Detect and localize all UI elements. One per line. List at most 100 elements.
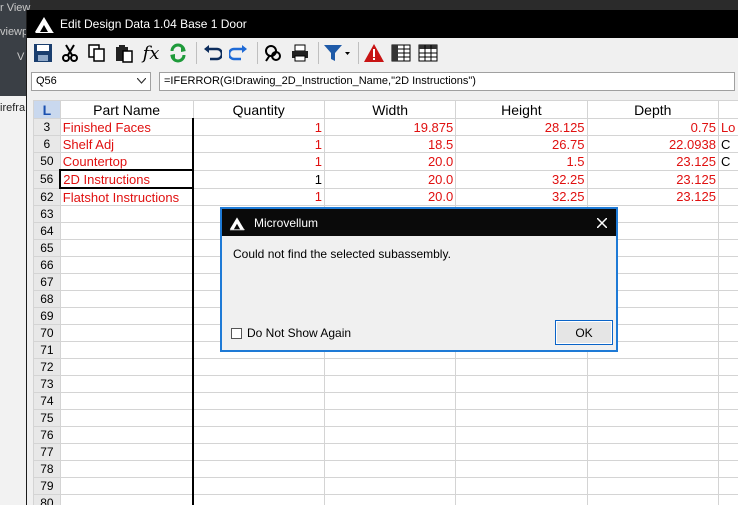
grid-cell[interactable] xyxy=(59,205,195,223)
grid-cell[interactable] xyxy=(59,477,195,495)
save-icon[interactable] xyxy=(31,41,55,65)
row-header[interactable]: 69 xyxy=(33,307,61,325)
grid-cell[interactable] xyxy=(59,341,195,359)
grid-cell[interactable] xyxy=(192,358,325,376)
grid-cell[interactable] xyxy=(717,256,738,274)
column-header-part-name[interactable]: Part Name xyxy=(59,100,194,119)
grid-cell[interactable] xyxy=(59,443,195,461)
row-header[interactable]: 75 xyxy=(33,409,61,427)
copy-icon[interactable] xyxy=(85,41,109,65)
cell-part-name[interactable]: Countertop xyxy=(59,152,195,171)
column-header-quantity[interactable]: Quantity xyxy=(192,100,325,119)
table-row[interactable]: 79 xyxy=(33,477,738,495)
table-row[interactable]: 50 Countertop 1 20.0 1.5 23.125 C xyxy=(33,152,738,171)
grid-cell[interactable] xyxy=(586,358,719,376)
cell-height[interactable]: 26.75 xyxy=(455,135,588,153)
print-icon[interactable] xyxy=(288,41,312,65)
column-header-depth[interactable]: Depth xyxy=(586,100,719,119)
cell-width[interactable]: 20.0 xyxy=(323,169,457,189)
grid-cell[interactable] xyxy=(323,375,457,393)
grid-cell[interactable] xyxy=(717,443,738,461)
row-header[interactable]: 68 xyxy=(33,290,61,308)
cell-extra[interactable] xyxy=(717,169,738,189)
grid-cell[interactable] xyxy=(192,494,325,505)
table-row[interactable]: 3 Finished Faces 1 19.875 28.125 0.75 Lo xyxy=(33,118,738,136)
table-row[interactable]: 80 xyxy=(33,494,738,505)
cell-part-name[interactable]: Flatshot Instructions xyxy=(59,187,195,206)
grid-cell[interactable] xyxy=(323,392,457,410)
refresh-icon[interactable] xyxy=(166,41,190,65)
grid-cell[interactable] xyxy=(192,409,325,427)
grid-cell[interactable] xyxy=(323,460,457,478)
row-header[interactable]: 3 xyxy=(33,118,61,136)
checkbox-box[interactable] xyxy=(231,327,242,339)
ok-button[interactable]: OK xyxy=(555,320,613,345)
row-header[interactable]: 72 xyxy=(33,358,61,376)
columns-icon[interactable] xyxy=(389,41,413,65)
grid-cell[interactable] xyxy=(59,239,195,257)
grid-cell[interactable] xyxy=(323,358,457,376)
cell-part-name[interactable]: Finished Faces xyxy=(59,118,195,136)
row-header[interactable]: 66 xyxy=(33,256,61,274)
table-row[interactable]: 6 Shelf Adj 1 18.5 26.75 22.0938 C xyxy=(33,135,738,153)
grid-cell[interactable] xyxy=(59,273,195,291)
grid-cell[interactable] xyxy=(717,392,738,410)
grid-cell[interactable] xyxy=(717,205,738,223)
grid-cell[interactable] xyxy=(717,494,738,505)
grid-cell[interactable] xyxy=(586,494,719,505)
grid-cell[interactable] xyxy=(455,426,588,444)
grid-cell[interactable] xyxy=(717,307,738,325)
cell-extra[interactable]: Lo xyxy=(717,118,738,136)
grid-cell[interactable] xyxy=(717,460,738,478)
grid-cell[interactable] xyxy=(455,494,588,505)
grid-cell[interactable] xyxy=(717,409,738,427)
cell-quantity[interactable]: 1 xyxy=(192,152,325,171)
grid-cell[interactable] xyxy=(59,256,195,274)
cell-height[interactable]: 1.5 xyxy=(455,152,588,171)
grid-cell[interactable] xyxy=(59,409,195,427)
grid-cell[interactable] xyxy=(717,477,738,495)
table-row[interactable]: 78 xyxy=(33,460,738,478)
grid-cell[interactable] xyxy=(59,494,195,505)
cell-height[interactable]: 28.125 xyxy=(455,118,588,136)
cell-reference-dropdown[interactable]: Q56 xyxy=(31,71,151,91)
cell-part-name[interactable]: Shelf Adj xyxy=(59,135,195,153)
function-icon[interactable]: fx xyxy=(139,41,163,65)
filter-icon[interactable] xyxy=(322,41,352,65)
grid-cell[interactable] xyxy=(455,375,588,393)
grid-cell[interactable] xyxy=(192,375,325,393)
row-header[interactable]: 74 xyxy=(33,392,61,410)
grid-cell[interactable] xyxy=(717,358,738,376)
cell-quantity[interactable]: 1 xyxy=(192,118,325,136)
grid-cell[interactable] xyxy=(717,290,738,308)
cell-width[interactable]: 19.875 xyxy=(323,118,457,136)
grid-cell[interactable] xyxy=(59,358,195,376)
warning-icon[interactable] xyxy=(362,41,386,65)
grid-cell[interactable] xyxy=(586,426,719,444)
grid-cell[interactable] xyxy=(59,307,195,325)
row-header[interactable]: 65 xyxy=(33,239,61,257)
grid-cell[interactable] xyxy=(455,460,588,478)
grid-cell[interactable] xyxy=(323,409,457,427)
row-header[interactable]: 70 xyxy=(33,324,61,342)
grid-cell[interactable] xyxy=(717,239,738,257)
grid-cell[interactable] xyxy=(192,392,325,410)
row-header[interactable]: 76 xyxy=(33,426,61,444)
grid-cell[interactable] xyxy=(192,460,325,478)
cell-quantity[interactable]: 1 xyxy=(192,135,325,153)
cut-icon[interactable] xyxy=(58,41,82,65)
grid-cell[interactable] xyxy=(323,477,457,495)
row-header[interactable]: 67 xyxy=(33,273,61,291)
table-row[interactable]: 56 2D Instructions 1 20.0 32.25 23.125 xyxy=(33,169,738,189)
grid-cell[interactable] xyxy=(586,409,719,427)
grid-cell[interactable] xyxy=(59,460,195,478)
cell-depth[interactable]: 22.0938 xyxy=(586,135,719,153)
cell-depth[interactable]: 0.75 xyxy=(586,118,719,136)
row-header[interactable]: 80 xyxy=(33,494,61,505)
row-header[interactable]: 62 xyxy=(33,187,61,206)
grid-cell[interactable] xyxy=(59,222,195,240)
cell-height[interactable]: 32.25 xyxy=(455,169,588,189)
column-header-extra[interactable] xyxy=(717,100,738,119)
formula-input[interactable]: =IFERROR(G!Drawing_2D_Instruction_Name,"… xyxy=(159,71,735,91)
grid-cell[interactable] xyxy=(717,341,738,359)
